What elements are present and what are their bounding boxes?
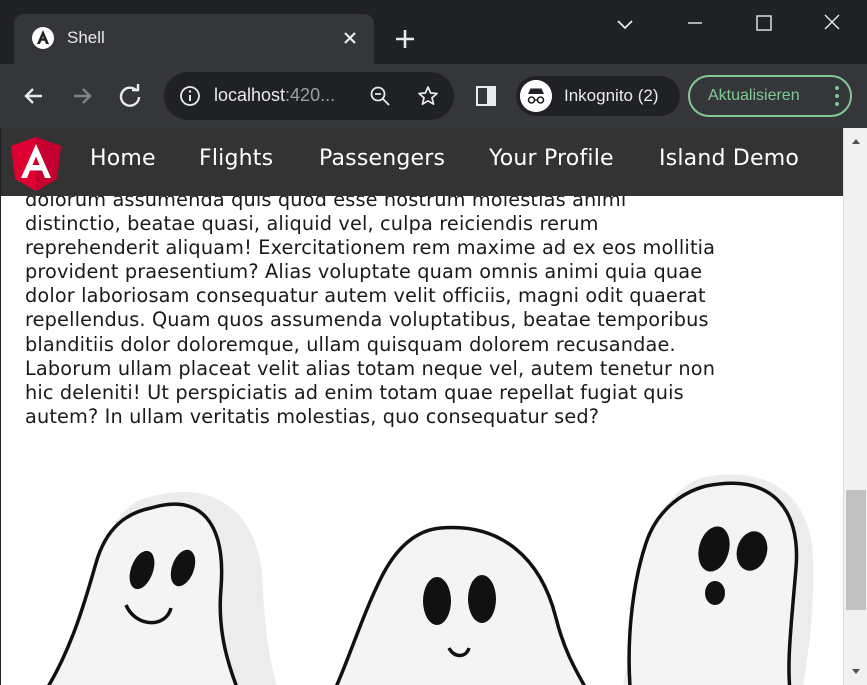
ghost-middle	[335, 525, 587, 685]
ghost-left	[47, 492, 277, 685]
paragraph-line: repellendus. Quam quos assumenda volupta…	[25, 308, 709, 332]
info-icon[interactable]	[178, 84, 202, 108]
scrollbar-thumb[interactable]	[846, 490, 866, 610]
paragraph-line: provident praesentium? Alias voluptate q…	[25, 260, 703, 284]
app-navbar: Home Flights Passengers Your Profile Isl…	[1, 128, 843, 196]
side-panel-icon[interactable]	[474, 84, 498, 108]
ghosts-illustration	[47, 474, 814, 685]
url-rest: :420...	[285, 85, 336, 105]
paragraph-line: blanditiis dolor doloremque, ullam quisq…	[25, 332, 676, 356]
incognito-icon	[520, 80, 552, 112]
paragraph-line: hic deleniti! Ut perspiciatis ad enim to…	[25, 380, 684, 404]
url-text[interactable]: localhost:420...	[214, 85, 335, 106]
reload-icon[interactable]	[114, 80, 146, 112]
paragraph-line: Laborum ullam placeat velit alias totam …	[25, 356, 716, 380]
paragraph-line: dolor laboriosam consequatur autem velit…	[25, 284, 706, 308]
url-host: localhost	[214, 85, 286, 105]
tab-strip: Shell	[0, 0, 867, 64]
paragraph-line: autem? In ullam veritatis molestias, quo…	[25, 404, 600, 428]
chevron-down-icon[interactable]	[612, 12, 638, 38]
ghost-right	[623, 474, 814, 685]
zoom-icon[interactable]	[368, 84, 392, 108]
paragraph-line: reprehenderit aliquam! Exercitationem re…	[25, 236, 716, 260]
angular-favicon-icon	[32, 27, 54, 49]
paragraph-line: distinctio, beatae quasi, aliquid vel, c…	[25, 212, 599, 236]
star-icon[interactable]	[416, 84, 440, 108]
profile-label: Inkognito (2)	[564, 86, 659, 105]
page-viewport: dolorum assumenda quis quod esse nostrum…	[1, 128, 843, 685]
browser-toolbar: localhost:420... Inkognito (2) Aktualisi…	[0, 64, 867, 128]
nav-your-profile[interactable]: Your Profile	[489, 146, 614, 171]
window-close-icon[interactable]	[799, 0, 867, 46]
close-icon[interactable]	[338, 26, 362, 50]
nav-passengers[interactable]: Passengers	[319, 146, 445, 171]
kebab-menu-icon[interactable]	[832, 85, 842, 107]
lorem-paragraph: dolorum assumenda quis quod esse nostrum…	[25, 188, 825, 429]
maximize-icon[interactable]	[730, 0, 798, 46]
scroll-up-arrow-icon[interactable]	[849, 134, 863, 148]
browser-window: Shell localhost:420... Inkognito (2) Akt…	[0, 0, 867, 685]
vertical-scrollbar[interactable]	[843, 128, 867, 685]
incognito-profile-button[interactable]: Inkognito (2)	[516, 76, 680, 116]
scroll-down-arrow-icon[interactable]	[849, 665, 863, 679]
back-arrow-icon[interactable]	[18, 80, 50, 112]
forward-arrow-icon[interactable]	[66, 80, 98, 112]
minimize-icon[interactable]	[661, 0, 729, 46]
nav-island-demo[interactable]: Island Demo	[659, 146, 799, 171]
nav-home[interactable]: Home	[90, 146, 156, 171]
tab-shell[interactable]: Shell	[14, 14, 374, 64]
nav-flights[interactable]: Flights	[199, 146, 273, 171]
angular-logo-icon[interactable]	[10, 136, 62, 192]
update-label: Aktualisieren	[708, 87, 800, 104]
tab-title: Shell	[67, 28, 105, 47]
plus-icon[interactable]	[392, 26, 418, 52]
update-button[interactable]: Aktualisieren	[688, 75, 852, 117]
address-bar[interactable]: localhost:420...	[164, 72, 454, 120]
